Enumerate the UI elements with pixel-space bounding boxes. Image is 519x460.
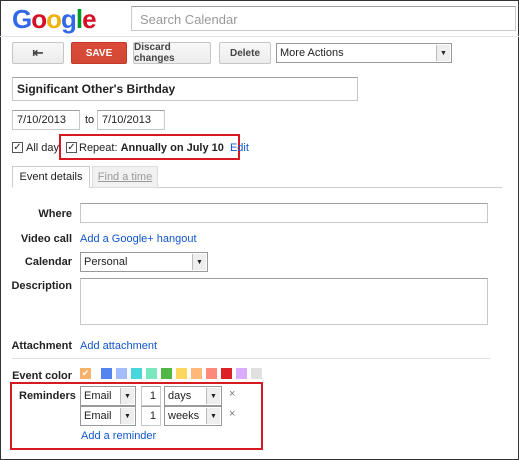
reminder-1-method-dropdown[interactable]: Email ▼ bbox=[80, 386, 136, 406]
tab-find-a-time[interactable]: Find a time bbox=[92, 166, 158, 188]
end-date-input[interactable]: 7/10/2013 bbox=[97, 110, 165, 130]
where-input[interactable] bbox=[80, 203, 488, 223]
dropdown-arrow-icon: ▼ bbox=[436, 45, 450, 61]
reminder-2-unit-dropdown[interactable]: weeks ▼ bbox=[164, 406, 222, 426]
discard-changes-button[interactable]: Discard changes bbox=[133, 42, 211, 64]
event-color-swatch[interactable] bbox=[161, 368, 172, 379]
calendar-dropdown[interactable]: Personal ▼ bbox=[80, 252, 208, 272]
section-divider bbox=[12, 358, 490, 359]
event-color-swatch[interactable] bbox=[146, 368, 157, 379]
event-color-swatch[interactable] bbox=[131, 368, 142, 379]
repeat-edit-link[interactable]: Edit bbox=[230, 142, 249, 154]
dropdown-arrow-icon: ▼ bbox=[206, 408, 220, 424]
event-color-swatch[interactable] bbox=[176, 368, 187, 379]
repeat-label: Repeat: bbox=[79, 142, 118, 154]
add-reminder-link[interactable]: Add a reminder bbox=[81, 430, 156, 442]
repeat-checkbox[interactable]: ✓ bbox=[66, 142, 77, 153]
attachment-label: Attachment bbox=[11, 340, 72, 352]
reminder-1-unit: days bbox=[168, 390, 192, 402]
remove-reminder-1-icon[interactable]: × bbox=[229, 388, 235, 400]
date-to-label: to bbox=[85, 114, 95, 126]
logo-letter: o bbox=[46, 4, 62, 34]
dropdown-arrow-icon: ▼ bbox=[192, 254, 206, 270]
dropdown-arrow-icon: ▼ bbox=[120, 388, 134, 404]
event-color-swatch[interactable] bbox=[206, 368, 217, 379]
event-color-swatch[interactable] bbox=[101, 368, 112, 379]
reminder-2-method: Email bbox=[84, 410, 112, 422]
dropdown-arrow-icon: ▼ bbox=[120, 408, 134, 424]
search-input[interactable]: Search Calendar bbox=[131, 6, 516, 31]
repeat-summary: Repeat: Annually on July 10 Edit bbox=[79, 142, 249, 154]
logo-letter: o bbox=[31, 4, 47, 34]
reminders-label: Reminders bbox=[19, 390, 76, 402]
add-attachment-link[interactable]: Add attachment bbox=[80, 340, 157, 352]
header-divider bbox=[0, 36, 519, 37]
all-day-checkbox[interactable]: ✓ bbox=[12, 142, 23, 153]
reminder-1-method: Email bbox=[84, 390, 112, 402]
back-arrow-icon: ⇤ bbox=[32, 45, 44, 60]
event-color-label: Event color bbox=[12, 370, 72, 382]
tab-event-details[interactable]: Event details bbox=[12, 166, 90, 188]
event-title-input[interactable]: Significant Other's Birthday bbox=[12, 77, 358, 101]
reminder-1-amount-input[interactable]: 1 bbox=[141, 386, 161, 406]
logo-letter: G bbox=[12, 4, 32, 34]
dropdown-arrow-icon: ▼ bbox=[206, 388, 220, 404]
event-color-swatch[interactable] bbox=[191, 368, 202, 379]
repeat-value: Annually on July 10 bbox=[120, 142, 224, 154]
description-label: Description bbox=[11, 280, 72, 292]
event-color-swatch[interactable] bbox=[251, 368, 262, 379]
where-label: Where bbox=[38, 208, 72, 220]
event-color-swatch[interactable] bbox=[116, 368, 127, 379]
reminder-2-method-dropdown[interactable]: Email ▼ bbox=[80, 406, 136, 426]
video-call-label: Video call bbox=[20, 233, 72, 245]
google-logo[interactable]: Google bbox=[12, 4, 97, 34]
add-hangout-link[interactable]: Add a Google+ hangout bbox=[80, 233, 197, 245]
event-color-swatch[interactable] bbox=[236, 368, 247, 379]
more-actions-dropdown[interactable]: More Actions ▼ bbox=[276, 43, 452, 63]
logo-letter: e bbox=[82, 4, 97, 34]
reminder-1-unit-dropdown[interactable]: days ▼ bbox=[164, 386, 222, 406]
start-date-input[interactable]: 7/10/2013 bbox=[12, 110, 80, 130]
remove-reminder-2-icon[interactable]: × bbox=[229, 408, 235, 420]
more-actions-label: More Actions bbox=[280, 47, 344, 59]
event-color-swatch-selected[interactable]: ✔ bbox=[80, 368, 91, 379]
description-textarea[interactable] bbox=[80, 278, 488, 325]
back-button[interactable]: ⇤ bbox=[12, 42, 64, 64]
calendar-value: Personal bbox=[84, 256, 128, 268]
reminder-2-unit: weeks bbox=[168, 410, 200, 422]
all-day-label: All day bbox=[26, 142, 60, 154]
event-color-swatch[interactable] bbox=[221, 368, 232, 379]
delete-button[interactable]: Delete bbox=[219, 42, 271, 64]
reminder-2-amount-input[interactable]: 1 bbox=[141, 406, 161, 426]
calendar-label: Calendar bbox=[24, 256, 72, 268]
event-color-palette: ✔ bbox=[80, 368, 262, 379]
save-button[interactable]: SAVE bbox=[71, 42, 127, 64]
logo-letter: g bbox=[61, 4, 77, 34]
